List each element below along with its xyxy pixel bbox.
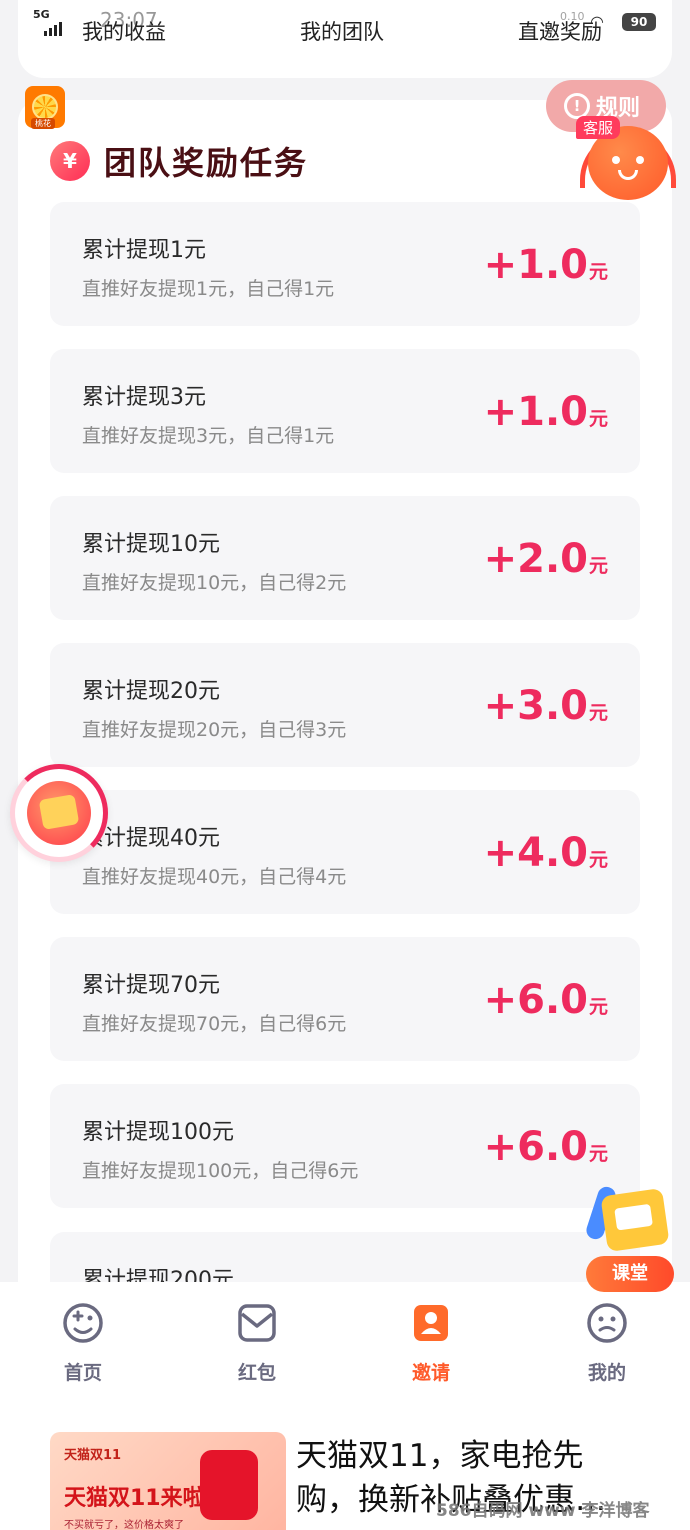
amount-unit: 元 bbox=[588, 408, 608, 430]
book-icon bbox=[600, 1187, 670, 1253]
nav-label: 首页 bbox=[63, 1362, 102, 1384]
task-amount: +3.0元 bbox=[484, 683, 608, 729]
classroom-button[interactable]: 课堂 bbox=[584, 1184, 676, 1294]
amount-value: +2.0 bbox=[483, 536, 588, 582]
amount-value: +6.0 bbox=[483, 977, 588, 1023]
floating-red-packet-button[interactable] bbox=[10, 764, 108, 862]
home-face-icon bbox=[63, 1303, 103, 1343]
ad-image[interactable]: 天猫双11 天猫双11来啦 不买就亏了，这价格太爽了 bbox=[50, 1432, 286, 1530]
ad-image-sub: 不买就亏了，这价格太爽了 bbox=[64, 1520, 184, 1530]
task-title: 累计提现100元 bbox=[82, 1120, 234, 1145]
task-title: 累计提现20元 bbox=[82, 679, 220, 704]
task-amount: +2.0元 bbox=[484, 536, 608, 582]
task-item: 累计提现70元 直推好友提现70元，自己得6元 +6.0元 bbox=[50, 937, 640, 1061]
amount-unit: 元 bbox=[588, 1143, 608, 1165]
ad-image-tag: 天猫双11 bbox=[64, 1448, 122, 1463]
ad-image-headline: 天猫双11来啦 bbox=[64, 1486, 205, 1511]
task-item: 累计提现10元 直推好友提现10元，自己得2元 +2.0元 bbox=[50, 496, 640, 620]
amount-unit: 元 bbox=[588, 555, 608, 577]
logo-tag: 桃花 bbox=[31, 118, 55, 129]
customer-service-button[interactable]: 客服 bbox=[576, 108, 686, 208]
nav-label: 邀请 bbox=[411, 1362, 450, 1384]
nav-label: 红包 bbox=[237, 1362, 276, 1384]
envelope-icon bbox=[238, 1304, 276, 1342]
task-desc: 直推好友提现40元，自己得4元 bbox=[82, 866, 347, 888]
app-logo[interactable]: 桃花 bbox=[25, 86, 65, 129]
task-item: 累计提现40元 直推好友提现40元，自己得4元 +4.0元 bbox=[50, 790, 640, 914]
task-desc: 直推好友提现10元，自己得2元 bbox=[82, 572, 347, 594]
amount-value: +1.0 bbox=[483, 242, 588, 288]
task-amount: +1.0元 bbox=[484, 242, 608, 288]
tab-direct-invite-reward[interactable]: 直邀奖励 bbox=[518, 16, 602, 46]
profile-face-icon bbox=[587, 1303, 627, 1343]
tab-my-earnings[interactable]: 我的收益 bbox=[82, 16, 166, 46]
signal-icon bbox=[44, 20, 64, 36]
task-desc: 直推好友提现70元，自己得6元 bbox=[82, 1013, 347, 1035]
nav-home[interactable]: 首页 bbox=[38, 1302, 128, 1385]
task-item: 累计提现3元 直推好友提现3元，自己得1元 +1.0元 bbox=[50, 349, 640, 473]
task-amount: +1.0元 bbox=[484, 389, 608, 435]
amount-value: +3.0 bbox=[483, 683, 588, 729]
task-item: 累计提现100元 直推好友提现100元，自己得6元 +6.0元 bbox=[50, 1084, 640, 1208]
battery-icon: 90 bbox=[622, 13, 656, 31]
task-title: 累计提现10元 bbox=[82, 532, 220, 557]
amount-value: +1.0 bbox=[483, 389, 588, 435]
nav-red-packet[interactable]: 红包 bbox=[212, 1302, 302, 1385]
task-desc: 直推好友提现100元，自己得6元 bbox=[82, 1160, 359, 1182]
amount-unit: 元 bbox=[588, 261, 608, 283]
nav-mine[interactable]: 我的 bbox=[562, 1302, 652, 1385]
task-item: 累计提现1元 直推好友提现1元，自己得1元 +1.0元 bbox=[50, 202, 640, 326]
section-title: 团队奖励任务 bbox=[104, 144, 309, 182]
amount-unit: 元 bbox=[588, 702, 608, 724]
tab-my-team[interactable]: 我的团队 bbox=[300, 16, 384, 46]
task-desc: 直推好友提现20元，自己得3元 bbox=[82, 719, 347, 741]
service-label: 客服 bbox=[576, 116, 621, 139]
task-desc: 直推好友提现3元，自己得1元 bbox=[82, 425, 335, 447]
orange-slice-icon bbox=[32, 94, 58, 120]
red-packet-icon bbox=[27, 781, 91, 845]
invite-user-icon bbox=[414, 1305, 448, 1341]
task-amount: +6.0元 bbox=[484, 977, 608, 1023]
task-title: 累计提现70元 bbox=[82, 973, 220, 998]
nav-invite[interactable]: 邀请 bbox=[386, 1302, 476, 1385]
task-desc: 直推好友提现1元，自己得1元 bbox=[82, 278, 335, 300]
amount-unit: 元 bbox=[588, 996, 608, 1018]
watermark: 586自码网 www 李洋博客 bbox=[436, 1501, 650, 1521]
task-title: 累计提现1元 bbox=[82, 238, 206, 263]
task-title: 累计提现3元 bbox=[82, 385, 206, 410]
task-amount: +6.0元 bbox=[484, 1124, 608, 1170]
nav-label: 我的 bbox=[587, 1362, 626, 1384]
amount-value: +4.0 bbox=[483, 830, 588, 876]
amount-value: +6.0 bbox=[483, 1124, 588, 1170]
task-amount: +4.0元 bbox=[484, 830, 608, 876]
red-bag-icon bbox=[200, 1450, 258, 1520]
amount-unit: 元 bbox=[588, 849, 608, 871]
bottom-nav: 首页 红包 邀请 我的 bbox=[0, 1282, 690, 1400]
yen-icon: ¥ bbox=[50, 141, 90, 181]
classroom-label: 课堂 bbox=[586, 1256, 674, 1292]
section-header: ¥ 团队奖励任务 bbox=[50, 138, 308, 184]
task-item: 累计提现20元 直推好友提现20元，自己得3元 +3.0元 bbox=[50, 643, 640, 767]
